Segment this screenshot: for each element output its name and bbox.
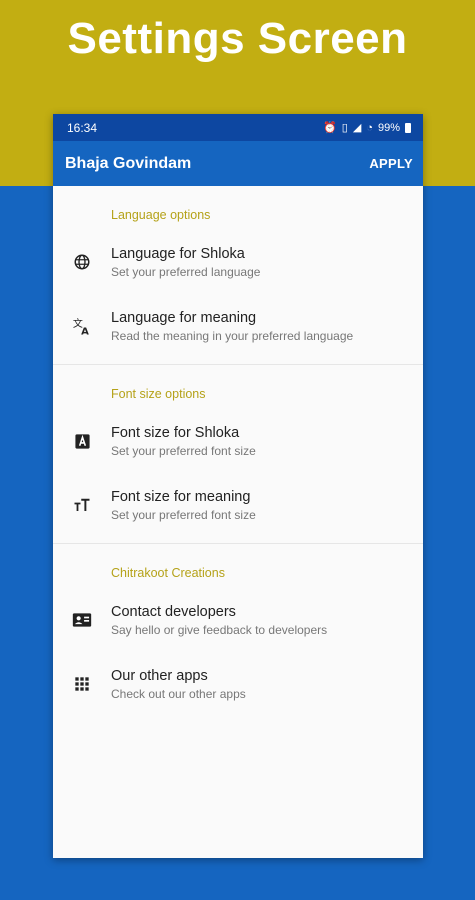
text-size-icon xyxy=(53,496,111,514)
globe-icon xyxy=(53,253,111,271)
section-header-font-size: Font size options xyxy=(111,387,206,401)
section-header-chitrakoot: Chitrakoot Creations xyxy=(111,566,225,580)
app-title: Bhaja Govindam xyxy=(65,154,192,172)
svg-text:A: A xyxy=(81,326,89,336)
vibrate-icon: ▯ xyxy=(341,122,348,134)
setting-title: Language for Shloka xyxy=(111,245,245,262)
battery-level: 99% xyxy=(377,121,400,134)
phone-screen: 16:34 ⏰ ▯ ◢ ◔ 99% Bhaja Govindam APPLY L… xyxy=(53,114,423,858)
setting-language-meaning[interactable]: 文A Language for meaning Read the meaning… xyxy=(53,294,423,358)
setting-subtitle: Set your preferred language xyxy=(111,264,261,279)
setting-font-size-shloka[interactable]: Font size for Shloka Set your preferred … xyxy=(53,409,423,473)
promo-title: Settings Screen xyxy=(67,14,408,63)
setting-subtitle: Set your preferred font size xyxy=(111,443,256,458)
section-divider xyxy=(53,543,423,544)
setting-title: Contact developers xyxy=(111,603,236,620)
signal-icon: ◢ xyxy=(352,122,362,134)
setting-title: Font size for Shloka xyxy=(111,424,240,441)
font-box-icon xyxy=(53,433,111,450)
setting-title: Font size for meaning xyxy=(111,488,251,505)
status-bar: 16:34 ⏰ ▯ ◢ ◔ 99% xyxy=(53,114,423,141)
apply-button[interactable]: APPLY xyxy=(369,156,413,171)
status-time: 16:34 xyxy=(67,120,98,135)
setting-subtitle: Read the meaning in your preferred langu… xyxy=(111,328,354,343)
contact-card-icon xyxy=(53,612,111,628)
wifi-icon: ◔ xyxy=(366,121,373,134)
battery-icon xyxy=(405,122,411,133)
app-bar: Bhaja Govindam APPLY xyxy=(53,141,423,186)
setting-subtitle: Set your preferred font size xyxy=(111,507,256,522)
translate-icon: 文A xyxy=(53,316,111,336)
setting-other-apps[interactable]: Our other apps Check out our other apps xyxy=(53,652,423,716)
setting-subtitle: Check out our other apps xyxy=(111,686,246,701)
setting-language-shloka[interactable]: Language for Shloka Set your preferred l… xyxy=(53,230,423,294)
section-divider xyxy=(53,364,423,365)
apps-grid-icon xyxy=(53,676,111,692)
alarm-icon: ⏰ xyxy=(323,122,337,134)
setting-font-size-meaning[interactable]: Font size for meaning Set your preferred… xyxy=(53,473,423,537)
setting-contact-developers[interactable]: Contact developers Say hello or give fee… xyxy=(53,588,423,652)
status-icons: ⏰ ▯ ◢ ◔ 99% xyxy=(323,121,411,134)
setting-subtitle: Say hello or give feedback to developers xyxy=(111,622,328,637)
setting-title: Our other apps xyxy=(111,667,208,684)
setting-title: Language for meaning xyxy=(111,309,257,326)
section-header-language: Language options xyxy=(111,208,211,222)
